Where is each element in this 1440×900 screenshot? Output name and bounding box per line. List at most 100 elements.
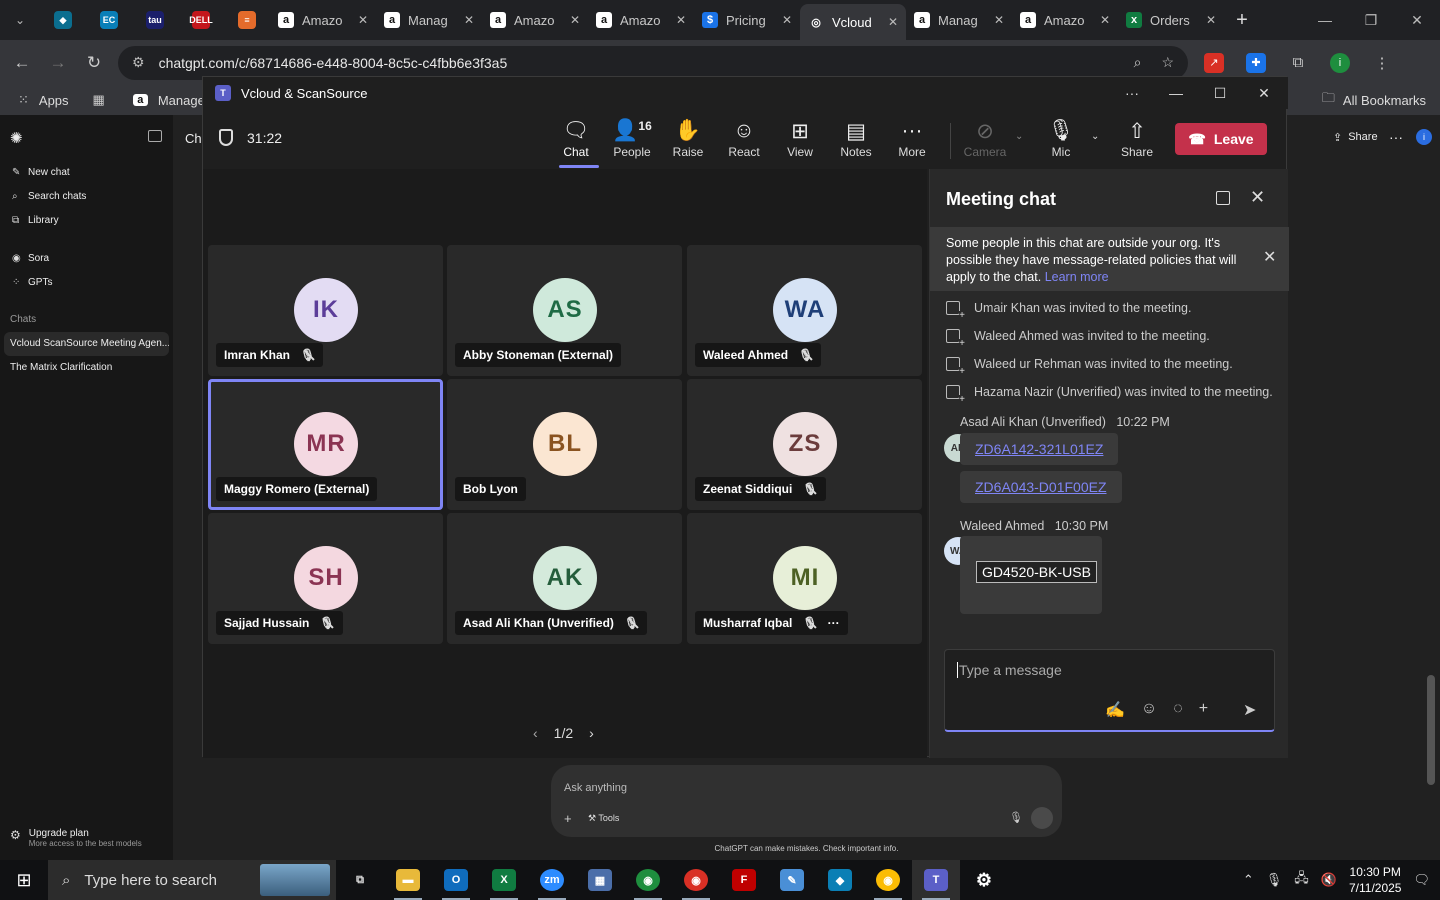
browser-tab[interactable]: a Amazo ✕ (482, 0, 588, 40)
close-icon[interactable]: ✕ (1242, 85, 1286, 102)
message-compose-box[interactable]: Type a message ✍ ☺ ◌ + ➤ (944, 649, 1275, 732)
network-icon[interactable]: 🖧 (1294, 869, 1309, 891)
notepad-app-icon[interactable]: ✎ (768, 860, 816, 900)
more-options-icon[interactable]: ··· (1389, 129, 1403, 145)
library-item[interactable]: ⧉ Library (12, 215, 59, 226)
pinned-tab[interactable]: ◆ (40, 0, 86, 40)
sidebar-toggle-icon[interactable] (148, 130, 162, 142)
forward-arrow-icon[interactable]: → (40, 53, 76, 73)
excel-icon[interactable]: X (480, 860, 528, 900)
pdf-extension-icon[interactable]: ↗ (1204, 52, 1224, 73)
vscode-like-icon[interactable]: ◆ (816, 860, 864, 900)
microphone-icon[interactable]: 🎙 (1009, 811, 1023, 824)
browser-tab[interactable]: ◎ Vcloud ✕ (800, 4, 906, 40)
share-button[interactable]: ⇧ Share (1109, 119, 1165, 159)
participant-tile[interactable]: IK Imran Khan 🎙 (208, 245, 443, 376)
chrome-alt-icon[interactable]: ◉ (864, 860, 912, 900)
pinned-tab[interactable]: EC (86, 0, 132, 40)
back-arrow-icon[interactable]: ← (4, 53, 40, 73)
participant-tile[interactable]: AK Asad Ali Khan (Unverified) 🎙 (447, 513, 682, 644)
chat-button[interactable]: 🗨 Chat (548, 119, 604, 159)
dismiss-notice-icon[interactable]: ✕ (1263, 249, 1276, 266)
chevron-up-icon[interactable]: ⌃ (1243, 872, 1254, 888)
chrome-menu-icon[interactable]: ⋮ (1372, 53, 1392, 73)
notifications-icon[interactable]: 🗨 (1413, 872, 1430, 888)
microphone-tray-icon[interactable]: 🎙 (1266, 872, 1283, 888)
bookmark-star-icon[interactable]: ☆ (1161, 54, 1174, 71)
previous-page-chevron-icon[interactable]: ‹ (533, 725, 538, 741)
people-button[interactable]: 👤16 People (604, 119, 660, 159)
settings-gear-icon[interactable]: ⚙ (960, 860, 1008, 900)
minimize-icon[interactable]: — (1302, 12, 1348, 29)
more-button[interactable]: ··· More (884, 119, 940, 159)
browser-tab[interactable]: a Amazo ✕ (1012, 0, 1118, 40)
close-icon[interactable]: ✕ (1394, 12, 1440, 29)
tab-groups-icon[interactable]: ▦ (93, 92, 105, 108)
camera-button[interactable]: ⊘ Camera (957, 119, 1013, 159)
raise-hand-button[interactable]: ✋ Raise (660, 119, 716, 159)
gpts-item[interactable]: ⁘ GPTs (12, 277, 52, 288)
send-icon[interactable]: ➤ (1243, 700, 1256, 720)
bluetooth-extension-icon[interactable]: ✚ (1246, 52, 1266, 73)
tab-close-icon[interactable]: ✕ (1206, 13, 1216, 27)
apps-grid-icon[interactable]: ⁙ (18, 92, 29, 108)
camera-options-chevron-icon[interactable]: ⌄ (1015, 131, 1023, 142)
pinned-tab[interactable]: tau (132, 0, 178, 40)
restore-icon[interactable]: ❐ (1348, 12, 1394, 29)
part-number-link[interactable]: ZD6A043-D01F00EZ (960, 471, 1122, 503)
participant-tile[interactable]: AS Abby Stoneman (External) (447, 245, 682, 376)
attach-plus-icon[interactable]: + (1199, 700, 1208, 720)
pinned-tab[interactable]: ≡ (224, 0, 270, 40)
upgrade-plan[interactable]: ⚙ Upgrade plan More access to the best m… (10, 828, 142, 848)
emoji-icon[interactable]: ☺ (1141, 700, 1157, 720)
next-page-chevron-icon[interactable]: › (589, 725, 594, 741)
participant-tile[interactable]: BL Bob Lyon (447, 379, 682, 510)
chat-history-item[interactable]: Vcloud ScanSource Meeting Agen... (4, 332, 169, 356)
browser-tab[interactable]: a Manag ✕ (906, 0, 1012, 40)
tab-close-icon[interactable]: ✕ (358, 13, 368, 27)
react-button[interactable]: ☺ React (716, 119, 772, 159)
chrome-icon[interactable]: ◉ (624, 860, 672, 900)
zoom-icon[interactable]: zm (528, 860, 576, 900)
tab-close-icon[interactable]: ✕ (994, 13, 1004, 27)
participant-tile[interactable]: ZS Zeenat Siddiqui 🎙 (687, 379, 922, 510)
voice-mode-icon[interactable] (1031, 807, 1053, 829)
mic-options-chevron-icon[interactable]: ⌄ (1091, 131, 1099, 142)
tab-close-icon[interactable]: ✕ (676, 13, 686, 27)
mic-button[interactable]: 🎙 Mic (1033, 119, 1089, 159)
plus-icon[interactable]: + (564, 811, 572, 826)
browser-tab[interactable]: x Orders ✕ (1118, 0, 1224, 40)
browser-tab[interactable]: a Amazo ✕ (588, 0, 694, 40)
popout-icon[interactable] (1216, 191, 1230, 205)
notes-button[interactable]: ▤ Notes (828, 119, 884, 159)
pinned-tab[interactable]: DELL (178, 0, 224, 40)
part-number-link[interactable]: ZD6A142-321L01EZ (960, 433, 1119, 465)
participant-more-icon[interactable]: ··· (828, 616, 840, 630)
tab-close-icon[interactable]: ✕ (888, 15, 898, 29)
site-info-icon[interactable]: ⚙ (132, 54, 145, 71)
search-chats-item[interactable]: ⌕ Search chats (12, 191, 86, 202)
participant-tile[interactable]: SH Sajjad Hussain 🎙 (208, 513, 443, 644)
tab-close-icon[interactable]: ✕ (464, 13, 474, 27)
view-button[interactable]: ⊞ View (772, 119, 828, 159)
tab-close-icon[interactable]: ✕ (1100, 13, 1110, 27)
participant-tile[interactable]: MR Maggy Romero (External) (208, 379, 443, 510)
address-bar[interactable]: ⚙ chatgpt.com/c/68714686-e448-8004-8c5c-… (118, 45, 1188, 80)
maximize-icon[interactable]: ☐ (1198, 85, 1242, 102)
chatgpt-logo-icon[interactable]: ✺ (10, 129, 23, 147)
teams-icon[interactable]: T (912, 860, 960, 900)
tools-button[interactable]: ⚒ Tools (588, 813, 619, 824)
more-options-icon[interactable]: ··· (1110, 85, 1154, 101)
zoom-icon[interactable]: ⌕ (1134, 54, 1142, 71)
browser-tab[interactable]: a Manag ✕ (376, 0, 482, 40)
share-button[interactable]: ⇪ Share (1333, 131, 1378, 144)
learn-more-link[interactable]: Learn more (1045, 270, 1109, 284)
tab-search-chevron-icon[interactable]: ⌄ (0, 0, 40, 40)
format-icon[interactable]: ✍ (1105, 700, 1125, 720)
leave-button[interactable]: ☎ Leave (1175, 123, 1267, 155)
volume-muted-icon[interactable]: 🔇 (1321, 872, 1337, 888)
filezilla-icon[interactable]: F (720, 860, 768, 900)
new-chat-item[interactable]: ✎ New chat (12, 167, 70, 178)
tab-close-icon[interactable]: ✕ (782, 13, 792, 27)
scrollbar[interactable] (1427, 675, 1435, 785)
